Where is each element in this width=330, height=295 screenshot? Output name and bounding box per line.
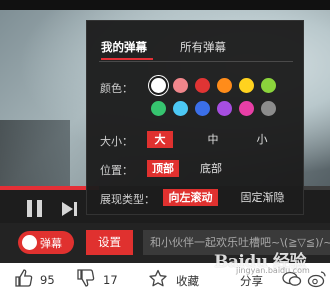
watermark-sub: jingyan.baidu.com — [236, 266, 310, 275]
color-swatch[interactable] — [217, 78, 232, 93]
color-swatch[interactable] — [217, 101, 232, 116]
settings-button[interactable]: 设置 — [86, 230, 133, 255]
thumbs-down-icon[interactable] — [76, 269, 96, 287]
dislike-count: 17 — [103, 273, 118, 287]
position-option-bottom[interactable]: 底部 — [195, 160, 227, 177]
color-swatch[interactable] — [195, 78, 210, 93]
toggle-knob — [22, 235, 37, 250]
size-label: 大小： — [100, 135, 133, 148]
display-option-fixed-fade[interactable]: 固定渐隐 — [235, 189, 290, 206]
toggle-label: 弹幕 — [40, 237, 62, 250]
collect-label[interactable]: 收藏 — [176, 273, 199, 289]
color-swatch[interactable] — [151, 78, 166, 93]
weibo-icon[interactable] — [307, 270, 327, 288]
panel-divider — [99, 61, 293, 62]
display-option-scroll-left[interactable]: 向左滚动 — [163, 189, 218, 206]
danmu-settings-panel: 我的弹幕 所有弹幕 颜色： 大小： 大 中 小 位置： 顶部 底部 展现类型： — [86, 20, 304, 215]
color-swatch[interactable] — [261, 101, 276, 116]
pause-icon[interactable] — [27, 200, 44, 217]
active-tab-indicator — [101, 58, 153, 60]
video-player[interactable]: 我的弹幕 所有弹幕 颜色： 大小： 大 中 小 位置： 顶部 底部 展现类型： — [0, 0, 330, 223]
thumbs-up-icon[interactable] — [14, 269, 34, 287]
size-option-medium[interactable]: 中 — [200, 131, 226, 148]
position-label: 位置： — [100, 164, 133, 177]
color-swatch[interactable] — [239, 78, 254, 93]
size-option-large[interactable]: 大 — [147, 131, 173, 148]
star-icon[interactable] — [148, 269, 168, 288]
baidu-jingyan-watermark: Baidu 经验 jingyan.baidu.com — [214, 247, 310, 275]
position-option-top[interactable]: 顶部 — [147, 160, 179, 177]
color-label: 颜色： — [100, 82, 133, 95]
video-top-band — [0, 0, 330, 10]
share-label[interactable]: 分享 — [240, 273, 263, 289]
color-swatch[interactable] — [173, 78, 188, 93]
danmu-toggle[interactable]: 弹幕 — [18, 231, 74, 254]
color-swatch[interactable] — [195, 101, 210, 116]
size-option-small[interactable]: 小 — [249, 131, 275, 148]
display-type-label: 展现类型： — [100, 193, 155, 206]
color-swatch[interactable] — [239, 101, 254, 116]
color-swatch[interactable] — [173, 101, 188, 116]
color-swatch[interactable] — [261, 78, 276, 93]
color-swatch[interactable] — [151, 101, 166, 116]
next-icon[interactable] — [60, 200, 80, 217]
tab-my-danmu[interactable]: 我的弹幕 — [101, 39, 147, 55]
tab-all-danmu[interactable]: 所有弹幕 — [180, 39, 226, 55]
like-count: 95 — [40, 273, 55, 287]
video-shadow — [0, 120, 70, 186]
